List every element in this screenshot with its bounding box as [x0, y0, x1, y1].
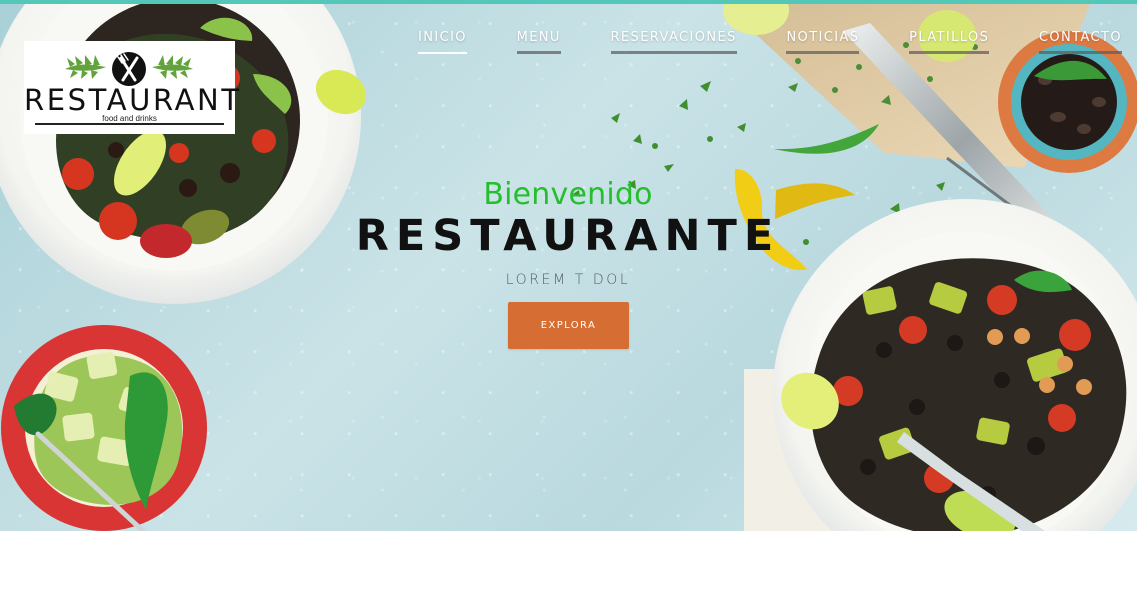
- content-below-hero: [0, 531, 1137, 610]
- hero-text-block: Bienvenido RESTAURANTE LOREM T DOL EXPLO…: [347, 177, 789, 355]
- left-bottom-bowl: [1, 325, 207, 531]
- hero-section: RESTAURANT food and drinks INICIO MENU R…: [0, 4, 1137, 531]
- logo-name: RESTAURANT: [24, 83, 242, 117]
- hero-subtitle: LOREM T DOL: [505, 272, 631, 288]
- nav-reservaciones[interactable]: RESERVACIONES: [610, 25, 738, 55]
- main-navigation: INICIO MENU RESERVACIONES NOTICIAS PLATI…: [392, 25, 1123, 63]
- explore-button[interactable]: EXPLORA: [508, 302, 629, 349]
- nav-contacto[interactable]: CONTACTO: [1038, 25, 1123, 55]
- top-accent-line: [0, 0, 1137, 4]
- nav-noticias[interactable]: NOTICIAS: [786, 25, 860, 55]
- nav-platillos[interactable]: PLATILLOS: [909, 25, 990, 55]
- nav-menu[interactable]: MENU: [516, 25, 562, 55]
- hero-title: RESTAURANTE: [355, 211, 781, 261]
- welcome-heading: Bienvenido: [483, 177, 653, 212]
- right-bottom-plate: [744, 199, 1137, 531]
- restaurant-landing-page: RESTAURANT food and drinks INICIO MENU R…: [0, 0, 1137, 610]
- nav-inicio[interactable]: INICIO: [418, 25, 467, 55]
- logo-underline: [35, 123, 224, 125]
- restaurant-logo[interactable]: RESTAURANT food and drinks: [24, 41, 242, 134]
